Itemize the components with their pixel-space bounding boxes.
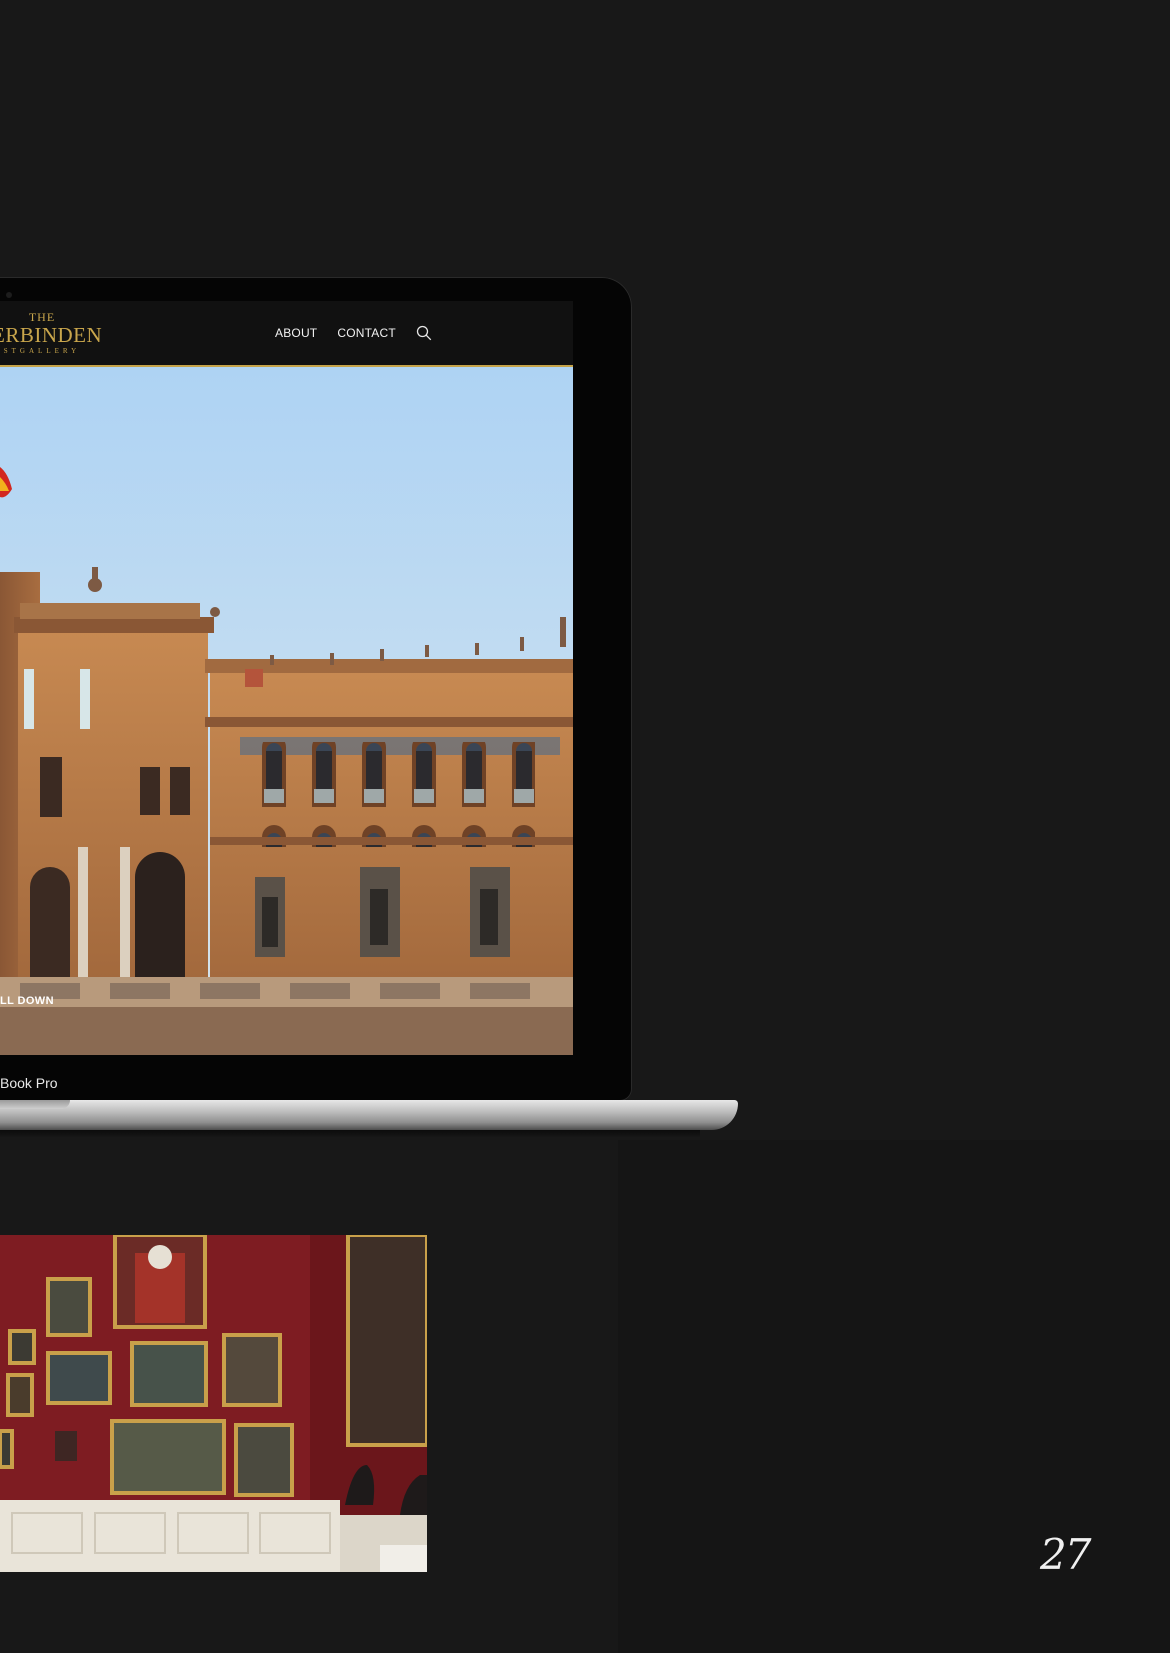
search-icon[interactable] — [416, 325, 432, 341]
logo-main-text: ERBINDEN — [0, 323, 103, 347]
main-nav: ABOUT CONTACT — [275, 325, 432, 341]
laptop-hinge-notch — [0, 1100, 70, 1109]
logo-sub-text: STGALLERY — [3, 347, 81, 355]
page-number: 27 — [1040, 1530, 1091, 1579]
device-label: Book Pro — [0, 1075, 58, 1091]
laptop-base — [0, 1100, 738, 1130]
laptop-mockup: THE ERBINDEN STGALLERY ABOUT CONTACT LL … — [0, 277, 632, 1101]
site-header: THE ERBINDEN STGALLERY ABOUT CONTACT — [0, 301, 573, 367]
site-logo[interactable]: THE ERBINDEN STGALLERY — [0, 310, 103, 357]
hero-image: LL DOWN — [0, 367, 573, 1055]
camera-dot — [6, 292, 12, 298]
palace-illustration — [0, 367, 573, 1055]
scroll-down-hint[interactable]: LL DOWN — [0, 995, 54, 1007]
logo-top-text: THE — [28, 310, 56, 324]
nav-contact-link[interactable]: CONTACT — [337, 326, 396, 340]
nav-about-link[interactable]: ABOUT — [275, 326, 317, 340]
laptop-screen: THE ERBINDEN STGALLERY ABOUT CONTACT LL … — [0, 301, 573, 1055]
gallery-illustration — [0, 1235, 427, 1572]
laptop-shadow — [0, 1130, 700, 1138]
gallery-room-photo — [0, 1235, 427, 1572]
